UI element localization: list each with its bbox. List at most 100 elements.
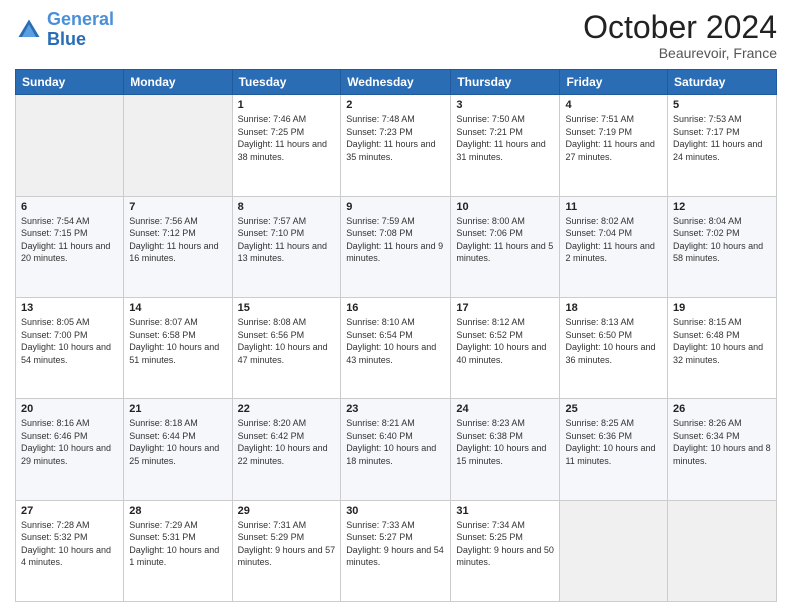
calendar-table: SundayMondayTuesdayWednesdayThursdayFrid… xyxy=(15,69,777,602)
day-info: Sunrise: 7:50 AM Sunset: 7:21 PM Dayligh… xyxy=(456,113,554,163)
day-info: Sunrise: 7:28 AM Sunset: 5:32 PM Dayligh… xyxy=(21,519,118,569)
calendar-cell: 4 Sunrise: 7:51 AM Sunset: 7:19 PM Daylig… xyxy=(560,95,668,196)
day-info: Sunrise: 8:23 AM Sunset: 6:38 PM Dayligh… xyxy=(456,417,554,467)
week-row-1: 1Sunrise: 7:46 AM Sunset: 7:25 PM Daylig… xyxy=(16,95,777,196)
month-title: October 2024 xyxy=(583,10,777,45)
day-number: 28 xyxy=(129,505,226,517)
calendar-cell: 6 Sunrise: 7:54 AM Sunset: 7:15 PM Daylig… xyxy=(16,196,124,297)
day-number: 11 xyxy=(565,201,662,213)
day-info: Sunrise: 8:05 AM Sunset: 7:00 PM Dayligh… xyxy=(21,316,118,366)
day-info: Sunrise: 8:15 AM Sunset: 6:48 PM Dayligh… xyxy=(673,316,771,366)
logo: GeneralBlue xyxy=(15,10,114,50)
week-row-4: 20 Sunrise: 8:16 AM Sunset: 6:46 PM Dayli… xyxy=(16,399,777,500)
day-number: 19 xyxy=(673,302,771,314)
calendar-cell: 7Sunrise: 7:56 AM Sunset: 7:12 PM Daylig… xyxy=(124,196,232,297)
day-info: Sunrise: 8:02 AM Sunset: 7:04 PM Dayligh… xyxy=(565,215,662,265)
calendar-cell: 13 Sunrise: 8:05 AM Sunset: 7:00 PM Dayli… xyxy=(16,297,124,398)
page-container: GeneralBlue October 2024 Beaurevoir, Fra… xyxy=(0,0,792,612)
calendar-cell: 30 Sunrise: 7:33 AM Sunset: 5:27 PM Dayli… xyxy=(341,500,451,601)
day-header-monday: Monday xyxy=(124,70,232,95)
day-info: Sunrise: 8:20 AM Sunset: 6:42 PM Dayligh… xyxy=(238,417,336,467)
day-info: Sunrise: 7:57 AM Sunset: 7:10 PM Dayligh… xyxy=(238,215,336,265)
day-info: Sunrise: 7:46 AM Sunset: 7:25 PM Dayligh… xyxy=(238,113,336,163)
day-number: 31 xyxy=(456,505,554,517)
calendar-cell: 1Sunrise: 7:46 AM Sunset: 7:25 PM Daylig… xyxy=(232,95,341,196)
day-info: Sunrise: 7:29 AM Sunset: 5:31 PM Dayligh… xyxy=(129,519,226,569)
calendar-cell: 9 Sunrise: 7:59 AM Sunset: 7:08 PM Daylig… xyxy=(341,196,451,297)
calendar-cell: 29 Sunrise: 7:31 AM Sunset: 5:29 PM Dayli… xyxy=(232,500,341,601)
day-number: 10 xyxy=(456,201,554,213)
logo-text: GeneralBlue xyxy=(47,10,114,50)
day-number: 6 xyxy=(21,201,118,213)
day-info: Sunrise: 8:04 AM Sunset: 7:02 PM Dayligh… xyxy=(673,215,771,265)
calendar-cell: 16 Sunrise: 8:10 AM Sunset: 6:54 PM Dayli… xyxy=(341,297,451,398)
day-number: 5 xyxy=(673,99,771,111)
day-number: 26 xyxy=(673,403,771,415)
day-number: 25 xyxy=(565,403,662,415)
day-number: 4 xyxy=(565,99,662,111)
calendar-cell: 26Sunrise: 8:26 AM Sunset: 6:34 PM Dayli… xyxy=(668,399,777,500)
calendar-cell: 31Sunrise: 7:34 AM Sunset: 5:25 PM Dayli… xyxy=(451,500,560,601)
calendar-cell: 27 Sunrise: 7:28 AM Sunset: 5:32 PM Dayli… xyxy=(16,500,124,601)
calendar-cell: 28 Sunrise: 7:29 AM Sunset: 5:31 PM Dayli… xyxy=(124,500,232,601)
day-number: 29 xyxy=(238,505,336,517)
calendar-cell: 11 Sunrise: 8:02 AM Sunset: 7:04 PM Dayli… xyxy=(560,196,668,297)
day-number: 27 xyxy=(21,505,118,517)
day-info: Sunrise: 8:16 AM Sunset: 6:46 PM Dayligh… xyxy=(21,417,118,467)
day-number: 23 xyxy=(346,403,445,415)
day-header-saturday: Saturday xyxy=(668,70,777,95)
calendar-cell xyxy=(124,95,232,196)
day-header-tuesday: Tuesday xyxy=(232,70,341,95)
day-number: 20 xyxy=(21,403,118,415)
day-number: 13 xyxy=(21,302,118,314)
week-row-2: 6 Sunrise: 7:54 AM Sunset: 7:15 PM Daylig… xyxy=(16,196,777,297)
day-number: 8 xyxy=(238,201,336,213)
day-info: Sunrise: 7:33 AM Sunset: 5:27 PM Dayligh… xyxy=(346,519,445,569)
calendar-cell: 20 Sunrise: 8:16 AM Sunset: 6:46 PM Dayli… xyxy=(16,399,124,500)
week-row-5: 27 Sunrise: 7:28 AM Sunset: 5:32 PM Dayli… xyxy=(16,500,777,601)
logo-icon xyxy=(15,16,43,44)
day-number: 30 xyxy=(346,505,445,517)
day-info: Sunrise: 8:21 AM Sunset: 6:40 PM Dayligh… xyxy=(346,417,445,467)
day-number: 2 xyxy=(346,99,445,111)
day-number: 15 xyxy=(238,302,336,314)
day-info: Sunrise: 8:18 AM Sunset: 6:44 PM Dayligh… xyxy=(129,417,226,467)
calendar-cell: 21 Sunrise: 8:18 AM Sunset: 6:44 PM Dayli… xyxy=(124,399,232,500)
day-number: 14 xyxy=(129,302,226,314)
day-info: Sunrise: 7:54 AM Sunset: 7:15 PM Dayligh… xyxy=(21,215,118,265)
calendar-cell: 25 Sunrise: 8:25 AM Sunset: 6:36 PM Dayli… xyxy=(560,399,668,500)
day-info: Sunrise: 8:00 AM Sunset: 7:06 PM Dayligh… xyxy=(456,215,554,265)
day-number: 12 xyxy=(673,201,771,213)
calendar-cell: 12 Sunrise: 8:04 AM Sunset: 7:02 PM Dayli… xyxy=(668,196,777,297)
calendar-cell: 18Sunrise: 8:13 AM Sunset: 6:50 PM Dayli… xyxy=(560,297,668,398)
day-info: Sunrise: 8:10 AM Sunset: 6:54 PM Dayligh… xyxy=(346,316,445,366)
calendar-cell xyxy=(560,500,668,601)
calendar-cell: 8 Sunrise: 7:57 AM Sunset: 7:10 PM Daylig… xyxy=(232,196,341,297)
day-info: Sunrise: 8:13 AM Sunset: 6:50 PM Dayligh… xyxy=(565,316,662,366)
day-header-sunday: Sunday xyxy=(16,70,124,95)
header-row: SundayMondayTuesdayWednesdayThursdayFrid… xyxy=(16,70,777,95)
day-header-wednesday: Wednesday xyxy=(341,70,451,95)
calendar-cell xyxy=(16,95,124,196)
calendar-cell: 3 Sunrise: 7:50 AM Sunset: 7:21 PM Daylig… xyxy=(451,95,560,196)
day-number: 3 xyxy=(456,99,554,111)
week-row-3: 13 Sunrise: 8:05 AM Sunset: 7:00 PM Dayli… xyxy=(16,297,777,398)
day-info: Sunrise: 8:12 AM Sunset: 6:52 PM Dayligh… xyxy=(456,316,554,366)
calendar-cell: 14Sunrise: 8:07 AM Sunset: 6:58 PM Dayli… xyxy=(124,297,232,398)
day-number: 9 xyxy=(346,201,445,213)
calendar-cell: 15 Sunrise: 8:08 AM Sunset: 6:56 PM Dayli… xyxy=(232,297,341,398)
day-number: 16 xyxy=(346,302,445,314)
day-info: Sunrise: 8:25 AM Sunset: 6:36 PM Dayligh… xyxy=(565,417,662,467)
day-info: Sunrise: 7:31 AM Sunset: 5:29 PM Dayligh… xyxy=(238,519,336,569)
calendar-cell: 5 Sunrise: 7:53 AM Sunset: 7:17 PM Daylig… xyxy=(668,95,777,196)
day-info: Sunrise: 7:51 AM Sunset: 7:19 PM Dayligh… xyxy=(565,113,662,163)
calendar-cell: 2Sunrise: 7:48 AM Sunset: 7:23 PM Daylig… xyxy=(341,95,451,196)
day-number: 24 xyxy=(456,403,554,415)
day-number: 22 xyxy=(238,403,336,415)
day-info: Sunrise: 7:59 AM Sunset: 7:08 PM Dayligh… xyxy=(346,215,445,265)
calendar-cell: 17Sunrise: 8:12 AM Sunset: 6:52 PM Dayli… xyxy=(451,297,560,398)
day-info: Sunrise: 7:53 AM Sunset: 7:17 PM Dayligh… xyxy=(673,113,771,163)
calendar-cell: 19 Sunrise: 8:15 AM Sunset: 6:48 PM Dayli… xyxy=(668,297,777,398)
day-number: 21 xyxy=(129,403,226,415)
day-info: Sunrise: 8:08 AM Sunset: 6:56 PM Dayligh… xyxy=(238,316,336,366)
